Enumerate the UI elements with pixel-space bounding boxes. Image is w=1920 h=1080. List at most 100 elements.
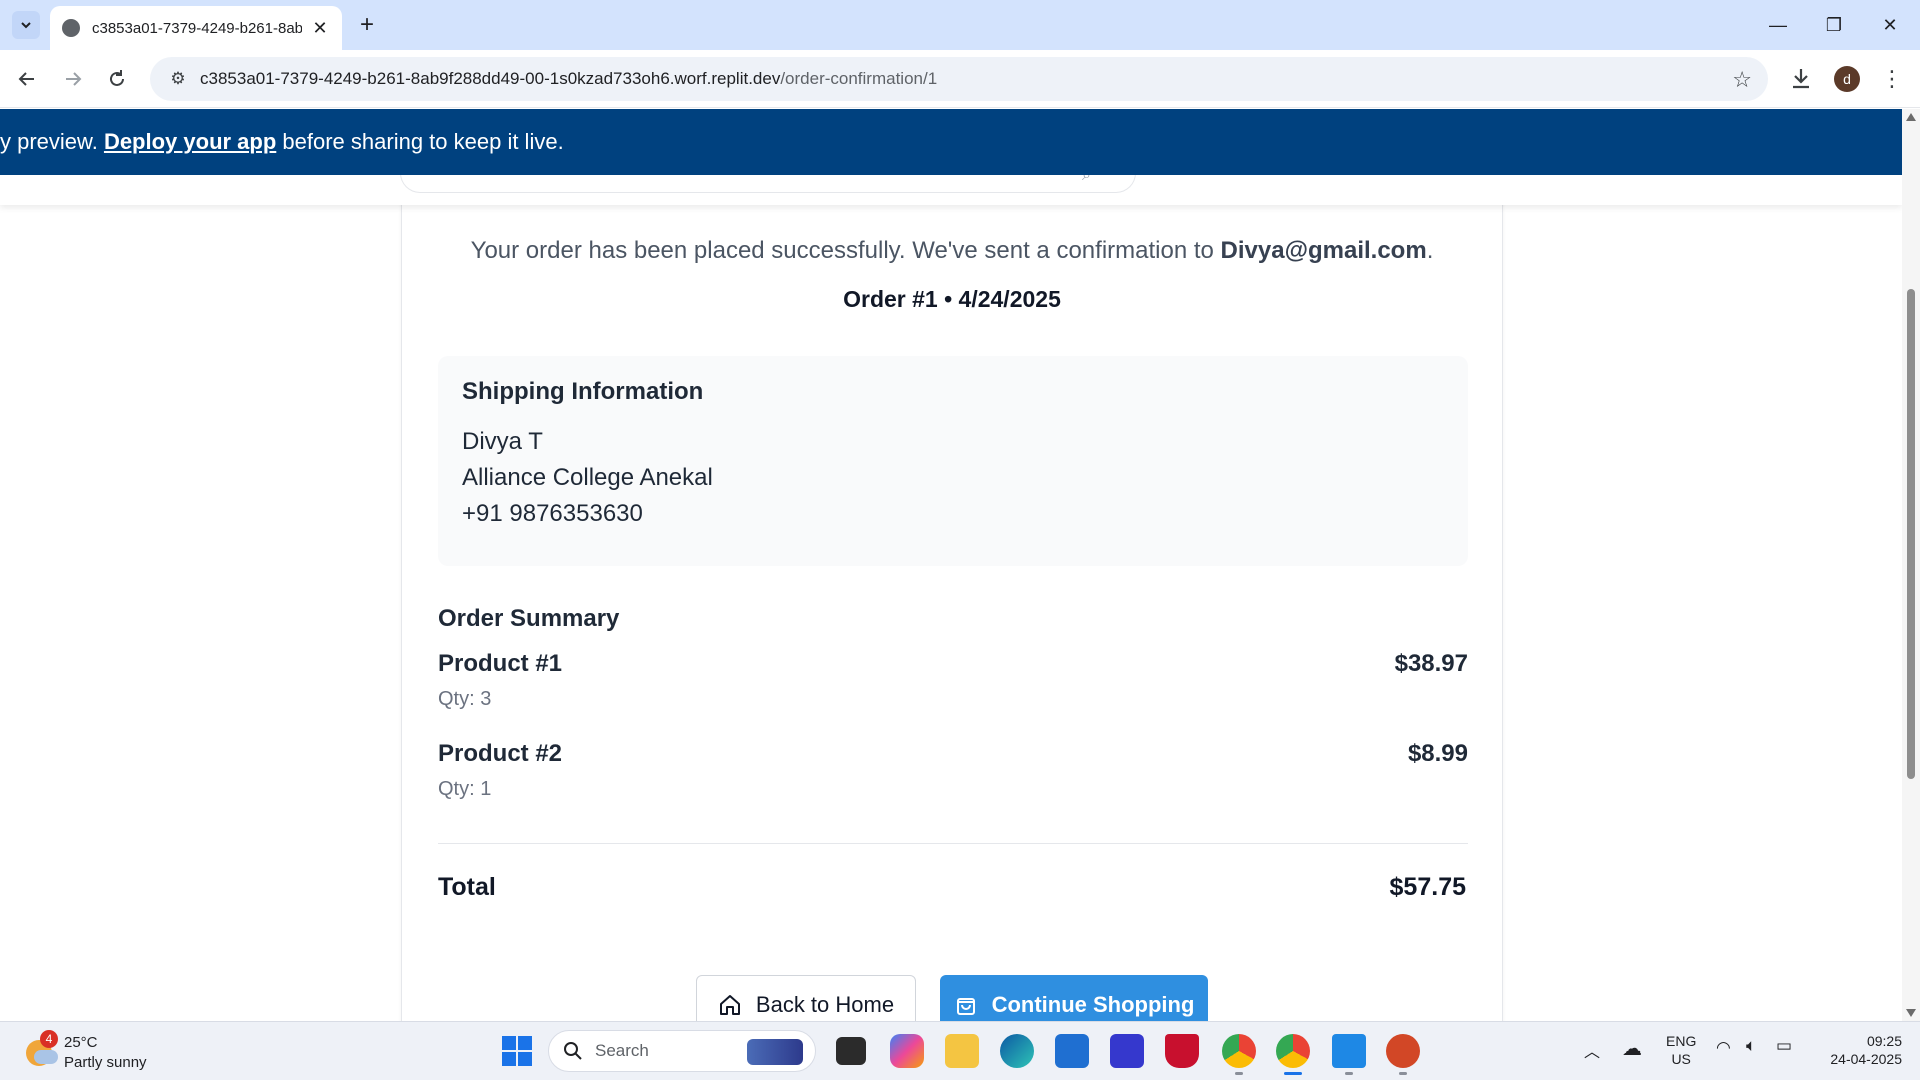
restore-icon[interactable]: ❐	[1814, 10, 1854, 40]
continue-shopping-label: Continue Shopping	[991, 992, 1195, 1017]
microsoft-store-icon[interactable]	[1055, 1034, 1089, 1068]
url-path: /order-confirmation/1	[780, 69, 938, 88]
page-scrollbar[interactable]	[1902, 109, 1920, 1021]
weather-desc: Partly sunny	[64, 1054, 147, 1071]
globe-icon	[62, 19, 80, 37]
success-message: Your order has been placed successfully.…	[402, 237, 1502, 265]
tray-overflow-icon[interactable]: ︿	[1584, 1038, 1600, 1062]
chevron-down-icon	[21, 22, 31, 29]
lang-bottom: US	[1671, 1051, 1691, 1067]
close-tab-icon[interactable]: ✕	[310, 18, 330, 39]
item-price: $38.97	[1394, 650, 1468, 677]
weather-widget[interactable]: 4 25°C Partly sunny	[24, 1030, 224, 1074]
order-confirmation-card: Your order has been placed successfully.…	[401, 149, 1503, 1021]
url-host: c3853a01-7379-4249-b261-8ab9f288dd49-00-…	[200, 69, 781, 88]
url-text: c3853a01-7379-4249-b261-8ab9f288dd49-00-…	[200, 69, 937, 89]
weather-badge: 4	[40, 1030, 58, 1048]
reload-icon[interactable]	[102, 64, 132, 94]
taskbar-search[interactable]: Search	[548, 1030, 816, 1072]
clock[interactable]: 09:25 24-04-2025	[1814, 1032, 1902, 1068]
shipping-title: Shipping Information	[462, 378, 704, 405]
shipping-address: Alliance College Anekal	[462, 464, 713, 491]
edge-browser-icon[interactable]	[1000, 1034, 1034, 1068]
minimize-icon[interactable]: —	[1758, 10, 1798, 40]
chrome-active-icon[interactable]	[1276, 1034, 1310, 1068]
language-indicator[interactable]: ENG US	[1666, 1032, 1696, 1068]
search-icon	[564, 1042, 582, 1060]
scroll-down-icon[interactable]	[1906, 1009, 1916, 1017]
wifi-icon[interactable]: ◠	[1716, 1038, 1731, 1058]
continue-shopping-button[interactable]: Continue Shopping	[940, 975, 1208, 1021]
powerpoint-icon[interactable]	[1386, 1034, 1420, 1068]
app-icon[interactable]	[1110, 1034, 1144, 1068]
back-arrow-icon[interactable]	[12, 64, 42, 94]
mcafee-icon[interactable]	[1165, 1034, 1199, 1068]
site-header: ⌕	[0, 167, 1902, 205]
file-explorer-icon[interactable]	[945, 1034, 979, 1068]
running-indicator	[1345, 1072, 1353, 1075]
shopping-bag-icon	[956, 998, 975, 1015]
chrome-profile-icon[interactable]	[1222, 1034, 1256, 1068]
battery-icon[interactable]: ▭	[1776, 1036, 1792, 1056]
back-to-home-button[interactable]: Back to Home	[696, 975, 916, 1021]
windows-taskbar: 4 25°C Partly sunny Search ︿ ☁ ENG US ◠ …	[0, 1021, 1920, 1080]
download-icon[interactable]	[1786, 64, 1816, 94]
deploy-link[interactable]: Deploy your app	[104, 129, 276, 154]
forward-arrow-icon[interactable]	[58, 64, 88, 94]
active-tab[interactable]: c3853a01-7379-4249-b261-8ab9f288dd49-00-…	[50, 6, 342, 50]
order-summary-title: Order Summary	[438, 605, 620, 632]
menu-kebab-icon[interactable]: ⋮	[1880, 64, 1904, 94]
profile-avatar[interactable]: d	[1834, 66, 1860, 92]
banner-prefix: y preview.	[0, 129, 104, 154]
banner-suffix: before sharing to keep it live.	[276, 129, 564, 154]
page-viewport: y preview. Deploy your app before sharin…	[0, 109, 1902, 1021]
search-highlight-image	[747, 1039, 803, 1065]
clock-date: 24-04-2025	[1830, 1051, 1902, 1067]
item-price: $8.99	[1407, 740, 1468, 767]
house-icon	[719, 995, 740, 1015]
copilot-icon[interactable]	[890, 1034, 924, 1068]
taskbar-search-label: Search	[595, 1041, 649, 1060]
order-number-date: Order #1 • 4/24/2025	[843, 286, 1061, 312]
tab-search-button[interactable]	[12, 11, 40, 39]
success-message-end: .	[1426, 237, 1434, 264]
shipping-info-box: Shipping Information Divya T Alliance Co…	[438, 356, 1468, 566]
onedrive-cloud-icon[interactable]: ☁	[1622, 1036, 1642, 1061]
browser-toolbar: ⚙ c3853a01-7379-4249-b261-8ab9f288dd49-0…	[0, 50, 1920, 108]
success-message-text: Your order has been placed successfully.…	[470, 237, 1221, 264]
site-info-icon[interactable]: ⚙	[156, 69, 200, 89]
scroll-up-icon[interactable]	[1906, 113, 1916, 121]
clock-time: 09:25	[1866, 1033, 1902, 1049]
preview-banner: y preview. Deploy your app before sharin…	[0, 109, 1902, 175]
weather-cloud-icon	[34, 1050, 58, 1064]
running-indicator	[1399, 1072, 1407, 1075]
task-view-icon[interactable]	[836, 1037, 866, 1065]
item-name: Product #1	[438, 650, 563, 677]
browser-tab-bar: c3853a01-7379-4249-b261-8ab9f288dd49-00-…	[0, 0, 1920, 50]
star-icon[interactable]: ☆	[1732, 67, 1752, 93]
shipping-name: Divya T	[462, 428, 543, 455]
item-qty: Qty: 1	[438, 778, 492, 800]
close-window-icon[interactable]: ✕	[1870, 10, 1910, 40]
summary-divider	[438, 843, 1468, 844]
item-qty: Qty: 3	[438, 688, 492, 710]
address-bar[interactable]: ⚙ c3853a01-7379-4249-b261-8ab9f288dd49-0…	[150, 57, 1768, 101]
new-tab-button[interactable]: +	[352, 10, 382, 40]
total-value: $57.75	[1389, 873, 1466, 901]
running-indicator	[1235, 1072, 1243, 1075]
windows-start-icon[interactable]	[502, 1036, 532, 1066]
total-label: Total	[438, 873, 496, 901]
order-item: Product #2 Qty: 1 $8.99	[438, 740, 1468, 801]
back-to-home-label: Back to Home	[755, 992, 895, 1017]
vscode-icon[interactable]	[1332, 1034, 1366, 1068]
weather-temp: 25°C	[64, 1034, 98, 1051]
volume-icon[interactable]: 🔈︎	[1746, 1036, 1756, 1056]
order-item: Product #1 Qty: 3 $38.97	[438, 650, 1468, 711]
active-indicator	[1284, 1072, 1302, 1075]
item-name: Product #2	[438, 740, 563, 767]
scrollbar-thumb[interactable]	[1907, 289, 1915, 779]
confirmation-email: Divya@gmail.com	[1220, 237, 1427, 264]
shipping-phone: +91 9876353630	[462, 500, 643, 527]
tab-title: c3853a01-7379-4249-b261-8ab9f288dd49-00-…	[92, 19, 302, 37]
lang-top: ENG	[1666, 1033, 1697, 1049]
